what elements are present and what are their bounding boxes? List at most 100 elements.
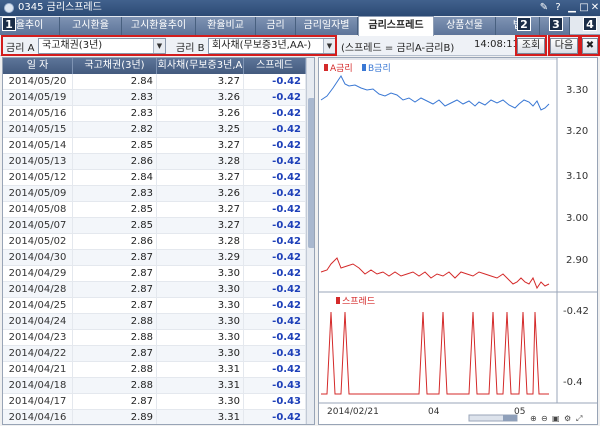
table-row[interactable]: 2014/05/13 2.86 3.28 -0.42 (3, 154, 306, 170)
tab-bar: 율추이 고시환율 고시환율추이 환율비교 금리 금리일자별 금리스프레드 상품선… (0, 16, 600, 36)
spread-cell: -0.42 (244, 202, 306, 218)
tab-label: 고시환율 (72, 20, 109, 31)
spread-cell: -0.42 (244, 154, 306, 170)
y-tick-label: -0.42 (563, 306, 589, 317)
table-row[interactable]: 2014/05/02 2.86 3.28 -0.42 (3, 234, 306, 250)
vertical-scrollbar[interactable] (306, 58, 314, 424)
table-row[interactable]: 2014/05/09 2.83 3.26 -0.42 (3, 186, 306, 202)
chart-expand-icon[interactable]: ⤢ (575, 414, 582, 423)
table-row[interactable]: 2014/04/24 2.88 3.30 -0.42 (3, 314, 306, 330)
spread-formula: (스프레드 = 금리A-금리B) (341, 43, 455, 54)
table-row[interactable]: 2014/04/28 2.87 3.30 -0.42 (3, 282, 306, 298)
rate-b-cell: 3.26 (157, 106, 244, 122)
table-row[interactable]: 2014/05/14 2.85 3.27 -0.42 (3, 138, 306, 154)
date-cell: 2014/04/22 (3, 346, 73, 362)
window-title: 0345 금리스프레드 (18, 2, 102, 13)
callout-badge-1: 1 (2, 17, 16, 31)
rate-a-cell: 2.82 (73, 122, 157, 138)
table-row[interactable]: 2014/05/08 2.85 3.27 -0.42 (3, 202, 306, 218)
spread-cell: -0.42 (244, 298, 306, 314)
rate-b-cell: 3.30 (157, 314, 244, 330)
date-cell: 2014/05/02 (3, 234, 73, 250)
scrollbar-thumb[interactable] (308, 98, 314, 248)
tab-interest-daily[interactable]: 금리일자별 (296, 17, 358, 35)
rate-a-cell: 2.88 (73, 362, 157, 378)
rate-b-cell: 3.30 (157, 394, 244, 410)
spread-cell: -0.42 (244, 234, 306, 250)
table-row[interactable]: 2014/04/23 2.88 3.30 -0.42 (3, 330, 306, 346)
help-icon[interactable]: ? (552, 2, 564, 14)
tab-rate-compare[interactable]: 환율비교 (196, 17, 256, 35)
date-cell: 2014/04/18 (3, 378, 73, 394)
col-rate-b[interactable]: 회사채(무보증3년,A (157, 58, 244, 74)
series-b-line (320, 75, 550, 111)
table-row[interactable]: 2014/05/16 2.83 3.26 -0.42 (3, 106, 306, 122)
table-row[interactable]: 2014/04/29 2.87 3.30 -0.42 (3, 266, 306, 282)
rate-b-cell: 3.27 (157, 170, 244, 186)
settings-icon[interactable]: ✖ (582, 38, 598, 54)
clock-time: 14:08:11 (474, 39, 519, 50)
close-icon[interactable]: ✕ (589, 2, 600, 14)
rate-b-cell: 3.30 (157, 298, 244, 314)
tab-posted-rate-trend[interactable]: 고시환율추이 (122, 17, 196, 35)
rate-a-cell: 2.86 (73, 154, 157, 170)
table-row[interactable]: 2014/05/15 2.82 3.25 -0.42 (3, 122, 306, 138)
query-button[interactable]: 조회 (517, 38, 545, 54)
rate-b-cell: 3.27 (157, 202, 244, 218)
pin-icon[interactable]: ✎ (538, 2, 550, 14)
spread-cell: -0.42 (244, 218, 306, 234)
rate-a-select[interactable]: 국고채권(3년) ▼ (38, 38, 166, 54)
zoom-in-icon[interactable]: ⊕ (530, 414, 537, 423)
spread-cell: -0.42 (244, 186, 306, 202)
table-row[interactable]: 2014/04/21 2.88 3.31 -0.42 (3, 362, 306, 378)
chevron-down-icon[interactable]: ▼ (323, 39, 335, 53)
zoom-out-icon[interactable]: ⊖ (541, 414, 548, 423)
date-cell: 2014/05/14 (3, 138, 73, 154)
table-row[interactable]: 2014/05/19 2.83 3.26 -0.42 (3, 90, 306, 106)
chart-settings-icon[interactable]: ⚙ (564, 414, 571, 423)
rate-a-cell: 2.85 (73, 202, 157, 218)
rate-a-cell: 2.83 (73, 186, 157, 202)
date-cell: 2014/05/20 (3, 74, 73, 90)
callout-badge-3: 3 (549, 17, 563, 31)
rate-b-cell: 3.28 (157, 234, 244, 250)
date-cell: 2014/04/17 (3, 394, 73, 410)
table-row[interactable]: 2014/05/12 2.84 3.27 -0.42 (3, 170, 306, 186)
col-spread[interactable]: 스프레드 (244, 58, 306, 74)
table-row[interactable]: 2014/05/07 2.85 3.27 -0.42 (3, 218, 306, 234)
table-row[interactable]: 2014/04/30 2.87 3.29 -0.42 (3, 250, 306, 266)
table-row[interactable]: 2014/04/18 2.88 3.31 -0.43 (3, 378, 306, 394)
tab-label: 율추이 (15, 20, 44, 31)
rate-b-select[interactable]: 회사채(무보증3년,AA-) ▼ (208, 38, 336, 54)
table-row[interactable]: 2014/04/16 2.89 3.31 -0.42 (3, 410, 306, 424)
chevron-down-icon[interactable]: ▼ (153, 39, 165, 53)
minimize-icon[interactable]: ▁ (566, 2, 578, 14)
tab-posted-rate[interactable]: 고시환율 (60, 17, 122, 35)
tab-label: 금리스프레드 (368, 20, 424, 31)
table-row[interactable]: 2014/05/20 2.84 3.27 -0.42 (3, 74, 306, 90)
rate-a-value: 국고채권(3년) (42, 40, 103, 51)
rate-a-cell: 2.87 (73, 346, 157, 362)
chart-scroll-thumb[interactable] (503, 415, 517, 421)
table-row[interactable]: 2014/04/22 2.87 3.30 -0.43 (3, 346, 306, 362)
rate-b-cell: 3.25 (157, 122, 244, 138)
tab-interest[interactable]: 금리 (256, 17, 296, 35)
legend-b-swatch (362, 64, 366, 71)
date-cell: 2014/05/08 (3, 202, 73, 218)
table-row[interactable]: 2014/04/17 2.87 3.30 -0.43 (3, 394, 306, 410)
col-rate-a[interactable]: 국고채권(3년) (73, 58, 157, 74)
rate-a-cell: 2.88 (73, 378, 157, 394)
spread-cell: -0.43 (244, 346, 306, 362)
app-window: 0345 금리스프레드 ✎ ? ▁ □ ✕ 율추이 고시환율 고시환율추이 환율… (0, 0, 600, 426)
next-button[interactable]: 다음 (550, 38, 578, 54)
col-date[interactable]: 일 자 (3, 58, 73, 74)
tab-commodity-futures[interactable]: 상품선물 (434, 17, 496, 35)
zoom-reset-icon[interactable]: ▣ (552, 414, 560, 423)
spread-cell: -0.42 (244, 362, 306, 378)
rate-a-cell: 2.85 (73, 138, 157, 154)
rate-b-cell: 3.30 (157, 346, 244, 362)
tab-interest-spread[interactable]: 금리스프레드 (358, 16, 434, 36)
rate-b-cell: 3.30 (157, 330, 244, 346)
table-row[interactable]: 2014/04/25 2.87 3.30 -0.42 (3, 298, 306, 314)
date-cell: 2014/05/13 (3, 154, 73, 170)
